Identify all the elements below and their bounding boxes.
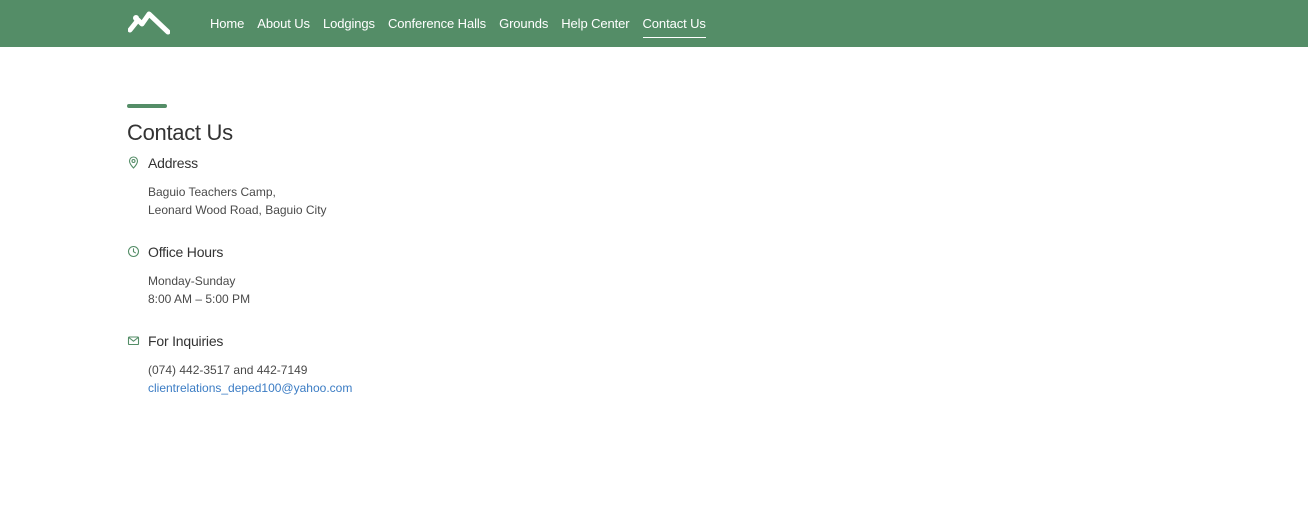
nav-conference-halls-link[interactable]: Conference Halls xyxy=(388,0,486,47)
mail-icon xyxy=(127,336,140,346)
address-line-1: Baguio Teachers Camp, xyxy=(148,185,276,199)
nav-about-us-link[interactable]: About Us xyxy=(257,0,310,47)
address-line-2: Leonard Wood Road, Baguio City xyxy=(148,203,327,217)
house-logo-icon[interactable] xyxy=(128,10,170,36)
nav-grounds-link[interactable]: Grounds xyxy=(499,0,548,47)
address-section: Address Baguio Teachers Camp, Leonard Wo… xyxy=(127,152,627,219)
nav-home-link[interactable]: Home xyxy=(210,0,244,47)
address-body: Baguio Teachers Camp, Leonard Wood Road,… xyxy=(148,183,627,219)
nav-contact-us-link[interactable]: Contact Us xyxy=(642,0,707,47)
inquiries-section: For Inquiries (074) 442-3517 and 442-714… xyxy=(127,330,627,397)
address-heading: Address xyxy=(128,152,627,174)
inquiries-heading: For Inquiries xyxy=(127,330,627,352)
email-link[interactable]: clientrelations_deped100@yahoo.com xyxy=(148,381,352,395)
office-hours-heading: Office Hours xyxy=(127,241,627,263)
address-title: Address xyxy=(148,155,198,171)
nav-help-center-link[interactable]: Help Center xyxy=(561,0,629,47)
office-hours-title: Office Hours xyxy=(148,244,224,260)
top-navbar: Home About Us Lodgings Conference Halls … xyxy=(0,0,1308,47)
main-nav: Home About Us Lodgings Conference Halls … xyxy=(210,0,719,47)
title-accent-bar xyxy=(127,104,167,108)
inquiries-body: (074) 442-3517 and 442-7149 clientrelati… xyxy=(148,361,627,397)
hours-days: Monday-Sunday xyxy=(148,274,236,288)
phone-numbers: (074) 442-3517 and 442-7149 xyxy=(148,363,308,377)
clock-icon xyxy=(127,245,140,258)
office-hours-section: Office Hours Monday-Sunday 8:00 AM – 5:0… xyxy=(127,241,627,308)
page-title: Contact Us xyxy=(127,120,233,145)
inquiries-title: For Inquiries xyxy=(148,333,224,349)
office-hours-body: Monday-Sunday 8:00 AM – 5:00 PM xyxy=(148,272,627,308)
contact-content: Contact Us Address Baguio Teachers Camp,… xyxy=(127,104,627,397)
hours-time: 8:00 AM – 5:00 PM xyxy=(148,292,251,306)
map-pin-icon xyxy=(128,156,139,169)
nav-lodgings-link[interactable]: Lodgings xyxy=(323,0,375,47)
